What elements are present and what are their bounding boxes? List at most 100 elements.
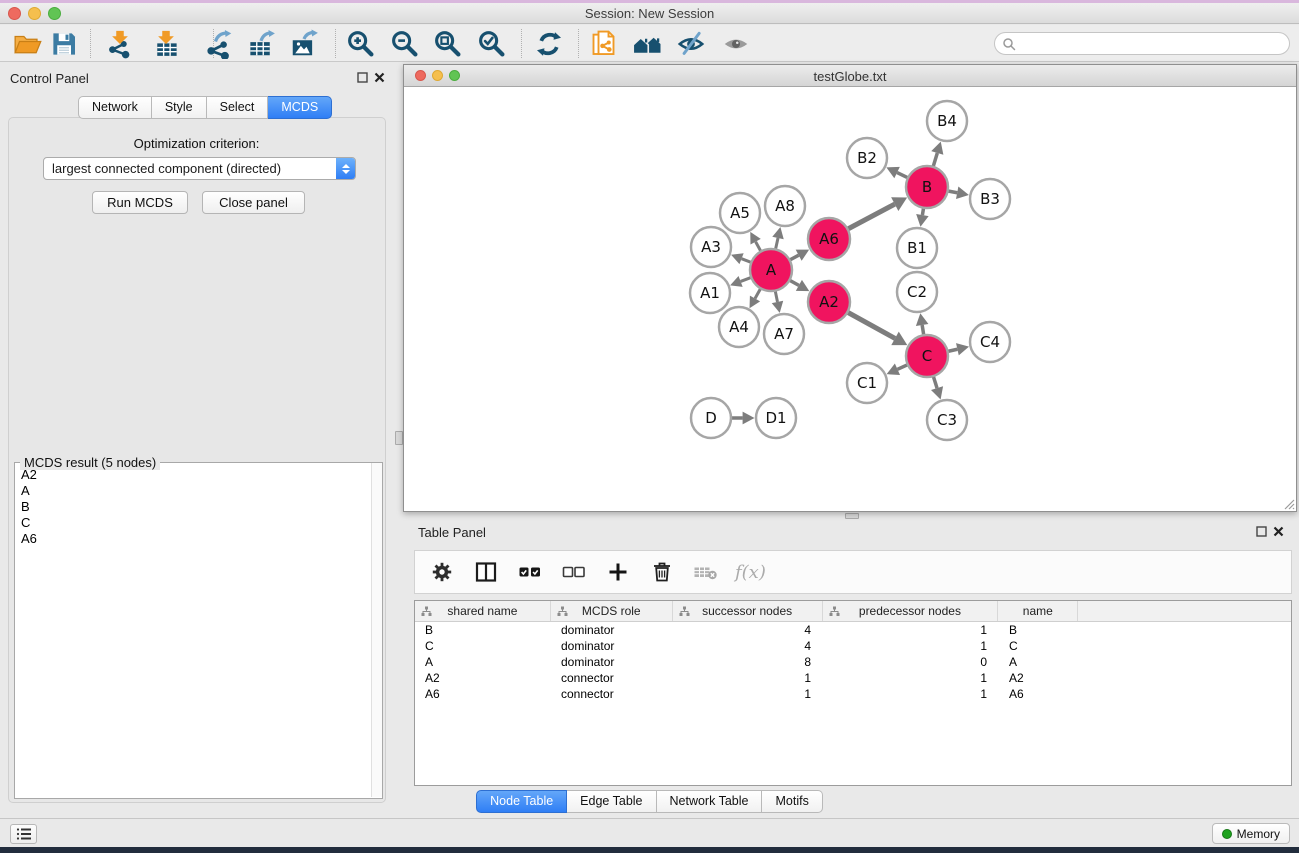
create-column-button[interactable] [603, 557, 633, 587]
column-label: predecessor nodes [859, 604, 961, 618]
optimization-criterion-select[interactable]: largest connected component (directed) [43, 157, 356, 180]
table-row[interactable]: Cdominator41C [415, 638, 1291, 654]
search-input[interactable] [1020, 37, 1289, 51]
export-network-button[interactable] [201, 27, 235, 61]
cell-name[interactable]: B [999, 623, 1079, 637]
show-panels-menu-button[interactable] [10, 824, 37, 844]
import-table-button[interactable] [149, 27, 183, 61]
cell-name[interactable]: A [999, 655, 1079, 669]
cell-predecessor-nodes[interactable]: 1 [823, 671, 999, 685]
column-header-MCDS-role[interactable]: MCDS role [551, 601, 673, 621]
float-panel-icon[interactable] [357, 72, 368, 83]
refresh-layout-button[interactable] [532, 27, 566, 61]
mcds-result-scrollbar[interactable] [371, 463, 382, 797]
cell-name[interactable]: A2 [999, 671, 1079, 685]
tab-mcds[interactable]: MCDS [268, 96, 332, 119]
save-icon [49, 29, 79, 59]
table-row[interactable]: Bdominator41B [415, 622, 1291, 638]
import-network-icon [105, 29, 135, 59]
import-network-button[interactable] [103, 27, 137, 61]
resize-grip-icon[interactable] [1281, 496, 1295, 510]
horizontal-splitter-handle[interactable] [845, 513, 859, 519]
column-header-shared-name[interactable]: shared name [415, 601, 551, 621]
deselect-all-columns-button[interactable] [559, 557, 589, 587]
cell-shared-name[interactable]: A6 [415, 687, 551, 701]
checked-boxes-icon [517, 559, 543, 585]
column-header-successor-nodes[interactable]: successor nodes [673, 601, 823, 621]
close-panel-button[interactable]: Close panel [202, 191, 305, 214]
open-session-button[interactable] [10, 27, 44, 61]
tab-network-table[interactable]: Network Table [657, 790, 763, 813]
memory-button[interactable]: Memory [1212, 823, 1290, 844]
column-header-predecessor-nodes[interactable]: predecessor nodes [823, 601, 999, 621]
cell-shared-name[interactable]: B [415, 623, 551, 637]
zoom-in-button[interactable] [344, 27, 378, 61]
show-panel-button[interactable] [719, 27, 753, 61]
node-label-C1: C1 [857, 374, 877, 392]
cell-successor-nodes[interactable]: 1 [673, 687, 823, 701]
zoom-selected-button[interactable] [475, 27, 509, 61]
vertical-splitter-handle[interactable] [395, 431, 403, 445]
export-table-button[interactable] [244, 27, 278, 61]
table-row[interactable]: A6connector11A6 [415, 686, 1291, 702]
zoom-out-button[interactable] [388, 27, 422, 61]
mcds-result-item[interactable]: A [15, 484, 370, 500]
node-label-A6: A6 [819, 230, 839, 248]
cell-predecessor-nodes[interactable]: 1 [823, 639, 999, 653]
cell-MCDS-role[interactable]: connector [551, 687, 673, 701]
tab-edge-table[interactable]: Edge Table [567, 790, 656, 813]
column-tree-icon [421, 606, 432, 617]
export-table-icon [246, 29, 276, 59]
close-panel-icon[interactable] [374, 72, 385, 83]
column-header-name[interactable]: name [998, 601, 1078, 621]
edge-arrowhead-icon [916, 214, 928, 227]
cell-MCDS-role[interactable]: dominator [551, 655, 673, 669]
hide-panel-button[interactable] [674, 27, 708, 61]
cell-successor-nodes[interactable]: 1 [673, 671, 823, 685]
network-canvas[interactable]: B4B2BB3A8A5A6A3B1AC2A1A2A4A7C4CC1C3DD1 [404, 88, 1296, 511]
float-table-panel-icon[interactable] [1256, 526, 1267, 537]
new-network-from-file-button[interactable] [587, 27, 621, 61]
table-header-row: shared nameMCDS rolesuccessor nodes prede… [415, 601, 1291, 622]
export-image-button[interactable] [287, 27, 321, 61]
tab-style[interactable]: Style [152, 96, 207, 119]
select-all-columns-button[interactable] [515, 557, 545, 587]
show-columns-button[interactable] [471, 557, 501, 587]
cell-successor-nodes[interactable]: 8 [673, 655, 823, 669]
cell-predecessor-nodes[interactable]: 0 [823, 655, 999, 669]
cell-shared-name[interactable]: A2 [415, 671, 551, 685]
mcds-result-item[interactable]: B [15, 500, 370, 516]
import-table-icon [151, 29, 181, 59]
save-session-button[interactable] [47, 27, 81, 61]
cell-shared-name[interactable]: A [415, 655, 551, 669]
table-row[interactable]: A2connector11A2 [415, 670, 1291, 686]
mcds-result-item[interactable]: C [15, 516, 370, 532]
cell-MCDS-role[interactable]: connector [551, 671, 673, 685]
cell-MCDS-role[interactable]: dominator [551, 639, 673, 653]
cell-name[interactable]: C [999, 639, 1079, 653]
table-settings-button[interactable] [427, 557, 457, 587]
delete-column-button[interactable] [647, 557, 677, 587]
tab-network[interactable]: Network [78, 96, 152, 119]
home-view-button[interactable] [630, 27, 664, 61]
toolbar-search-field[interactable] [994, 32, 1290, 55]
cell-predecessor-nodes[interactable]: 1 [823, 623, 999, 637]
close-table-panel-icon[interactable] [1273, 526, 1284, 537]
tab-node-table[interactable]: Node Table [476, 790, 567, 813]
tab-motifs[interactable]: Motifs [762, 790, 822, 813]
mcds-result-item[interactable]: A6 [15, 532, 370, 548]
tab-select[interactable]: Select [207, 96, 269, 119]
cell-successor-nodes[interactable]: 4 [673, 623, 823, 637]
cell-name[interactable]: A6 [999, 687, 1079, 701]
cell-successor-nodes[interactable]: 4 [673, 639, 823, 653]
cell-shared-name[interactable]: C [415, 639, 551, 653]
gear-icon [429, 559, 455, 585]
zoom-fit-button[interactable] [431, 27, 465, 61]
cell-MCDS-role[interactable]: dominator [551, 623, 673, 637]
run-mcds-button[interactable]: Run MCDS [92, 191, 188, 214]
mcds-result-item[interactable]: A2 [15, 468, 370, 484]
cell-predecessor-nodes[interactable]: 1 [823, 687, 999, 701]
network-window-titlebar[interactable]: testGlobe.txt [404, 65, 1296, 87]
table-row[interactable]: Adominator80A [415, 654, 1291, 670]
open-folder-icon [12, 29, 42, 59]
